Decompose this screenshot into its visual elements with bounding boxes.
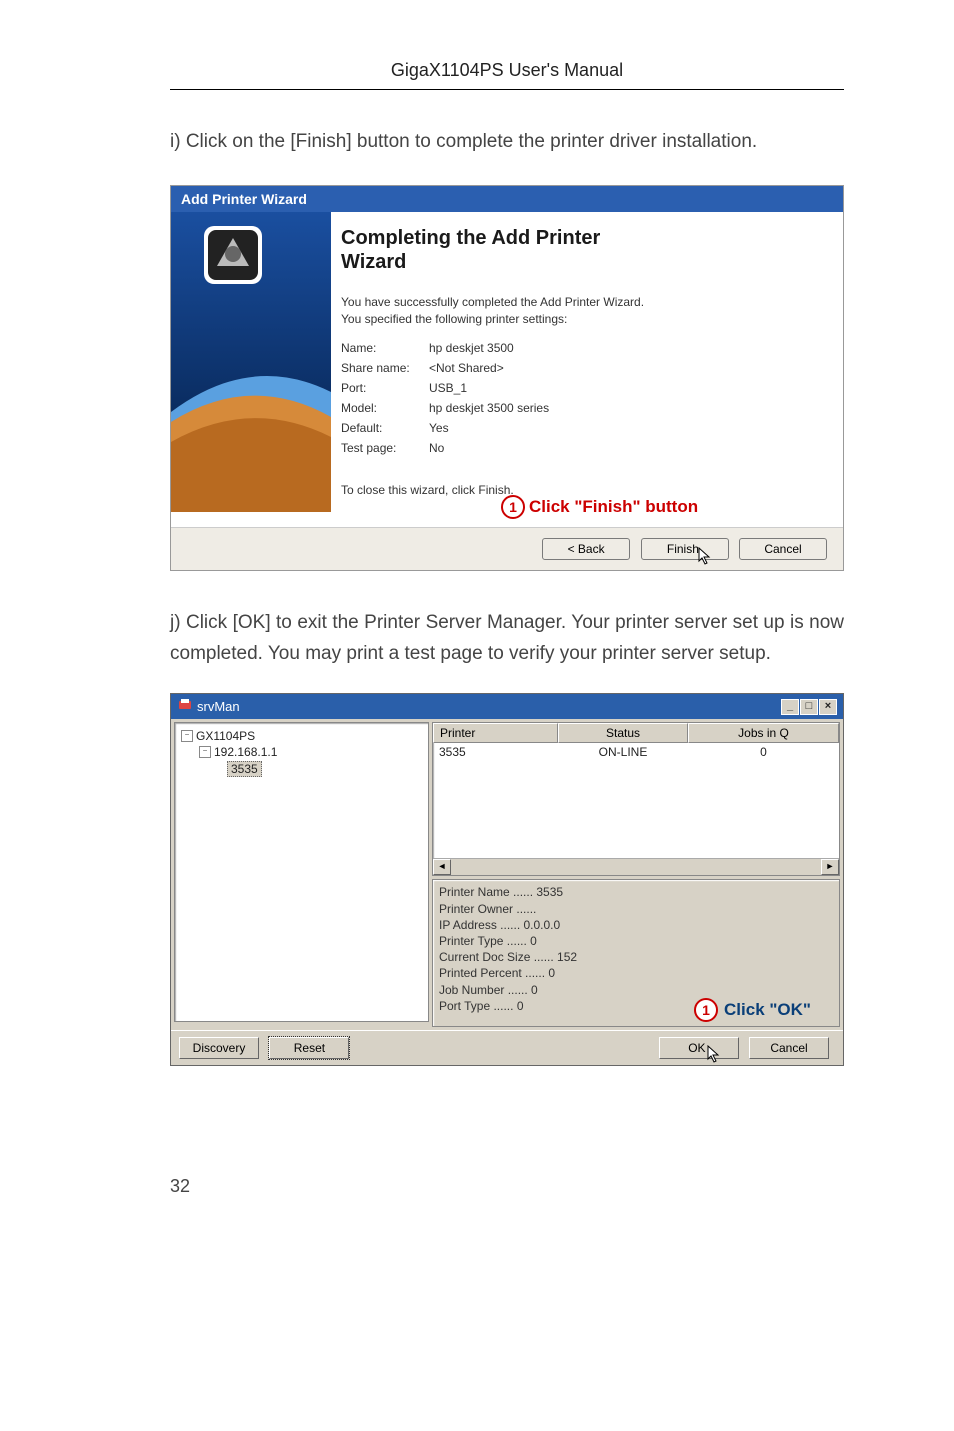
printer-list: Printer Status Jobs in Q 3535 ON-LINE 0 …	[432, 722, 840, 876]
cell-status: ON-LINE	[558, 743, 688, 761]
apw-val: hp deskjet 3500 series	[429, 401, 549, 415]
apw-sub-line2: You specified the following printer sett…	[341, 312, 567, 326]
apw-val: <Not Shared>	[429, 361, 504, 375]
col-status[interactable]: Status	[558, 723, 688, 743]
cell-jobs: 0	[688, 743, 839, 761]
printer-info-panel: Printer Name ...... 3535 Printer Owner .…	[432, 879, 840, 1027]
horizontal-scrollbar[interactable]: ◄ ►	[433, 858, 839, 875]
apw-titlebar: Add Printer Wizard	[171, 186, 843, 212]
scroll-right-icon[interactable]: ►	[821, 859, 839, 875]
col-jobs[interactable]: Jobs in Q	[688, 723, 839, 743]
info-line: Current Doc Size ...... 152	[439, 949, 833, 965]
apw-val: No	[429, 441, 444, 455]
apw-row-test: Test page: No	[341, 441, 825, 455]
ok-button[interactable]: OK	[659, 1037, 739, 1059]
apw-key: Port:	[341, 381, 429, 395]
info-line: Printed Percent ...... 0	[439, 965, 833, 981]
tree-root-row[interactable]: − GX1104PS	[181, 729, 422, 743]
back-button[interactable]: < Back	[542, 538, 630, 560]
page-header: GigaX1104PS User's Manual	[170, 60, 844, 90]
tree-ip-row[interactable]: − 192.168.1.1	[199, 745, 422, 759]
apw-key: Model:	[341, 401, 429, 415]
collapse-icon[interactable]: −	[181, 730, 193, 742]
apw-annotation: 1 Click "Finish" button	[501, 495, 825, 519]
apw-key: Name:	[341, 341, 429, 355]
srv-annotation: 1 Click "OK"	[694, 998, 811, 1022]
minimize-button[interactable]: _	[781, 699, 799, 715]
annotation-number-icon: 1	[694, 998, 718, 1022]
app-icon	[177, 697, 193, 716]
apw-footer: < Back Finish Cancel	[171, 527, 843, 570]
maximize-button[interactable]: □	[800, 699, 818, 715]
cancel-button[interactable]: Cancel	[749, 1037, 829, 1059]
instruction-step-j: j) Click [OK] to exit the Printer Server…	[170, 607, 844, 670]
cancel-button[interactable]: Cancel	[739, 538, 827, 560]
apw-row-share: Share name: <Not Shared>	[341, 361, 825, 375]
info-line: Printer Owner ......	[439, 901, 833, 917]
apw-row-model: Model: hp deskjet 3500 series	[341, 401, 825, 415]
apw-sidebar-graphic	[171, 212, 331, 526]
collapse-icon[interactable]: −	[199, 746, 211, 758]
apw-subtext: You have successfully completed the Add …	[341, 294, 825, 326]
apw-val: hp deskjet 3500	[429, 341, 514, 355]
apw-heading: Completing the Add Printer Wizard	[341, 226, 825, 274]
finish-button-label: Finish	[667, 542, 699, 556]
info-line: Printer Name ...... 3535	[439, 884, 833, 900]
annotation-number-icon: 1	[501, 495, 525, 519]
annotation-text: Click "Finish" button	[529, 497, 698, 517]
info-line: IP Address ...... 0.0.0.0	[439, 917, 833, 933]
apw-heading-line1: Completing the Add Printer	[341, 227, 600, 249]
apw-key: Default:	[341, 421, 429, 435]
reset-button[interactable]: Reset	[269, 1037, 349, 1059]
apw-heading-line2: Wizard	[341, 251, 406, 273]
scroll-left-icon[interactable]: ◄	[433, 859, 451, 875]
ok-button-label: OK	[688, 1041, 705, 1055]
tree-leaf-row[interactable]: 3535	[227, 761, 422, 777]
finish-button[interactable]: Finish	[641, 538, 729, 560]
discovery-button[interactable]: Discovery	[179, 1037, 259, 1059]
apw-val: USB_1	[429, 381, 467, 395]
srvman-title: srvMan	[197, 699, 240, 714]
info-line: Job Number ...... 0	[439, 982, 833, 998]
srvman-window: srvMan _ □ × − GX1104PS − 192.168.1.1 35…	[170, 693, 844, 1066]
table-header-row: Printer Status Jobs in Q	[433, 723, 839, 743]
srvman-footer: Discovery Reset OK Cancel	[171, 1030, 843, 1065]
close-button[interactable]: ×	[819, 699, 837, 715]
cell-printer: 3535	[433, 743, 558, 761]
apw-row-default: Default: Yes	[341, 421, 825, 435]
instruction-step-i: i) Click on the [Finish] button to compl…	[170, 126, 844, 157]
add-printer-wizard-window: Add Printer Wizard	[170, 185, 844, 570]
srvman-titlebar: srvMan _ □ ×	[171, 694, 843, 719]
device-tree[interactable]: − GX1104PS − 192.168.1.1 3535	[174, 722, 429, 1022]
apw-key: Share name:	[341, 361, 429, 375]
tree-root-label: GX1104PS	[196, 729, 255, 743]
apw-key: Test page:	[341, 441, 429, 455]
apw-row-name: Name: hp deskjet 3500	[341, 341, 825, 355]
table-row[interactable]: 3535 ON-LINE 0	[433, 743, 839, 761]
annotation-text: Click "OK"	[724, 999, 811, 1022]
apw-sub-line1: You have successfully completed the Add …	[341, 295, 644, 309]
col-printer[interactable]: Printer	[433, 723, 558, 743]
tree-leaf-label: 3535	[227, 761, 262, 777]
page-number: 32	[170, 1176, 844, 1197]
tree-ip-label: 192.168.1.1	[214, 745, 277, 759]
apw-val: Yes	[429, 421, 449, 435]
info-line: Printer Type ...... 0	[439, 933, 833, 949]
apw-row-port: Port: USB_1	[341, 381, 825, 395]
